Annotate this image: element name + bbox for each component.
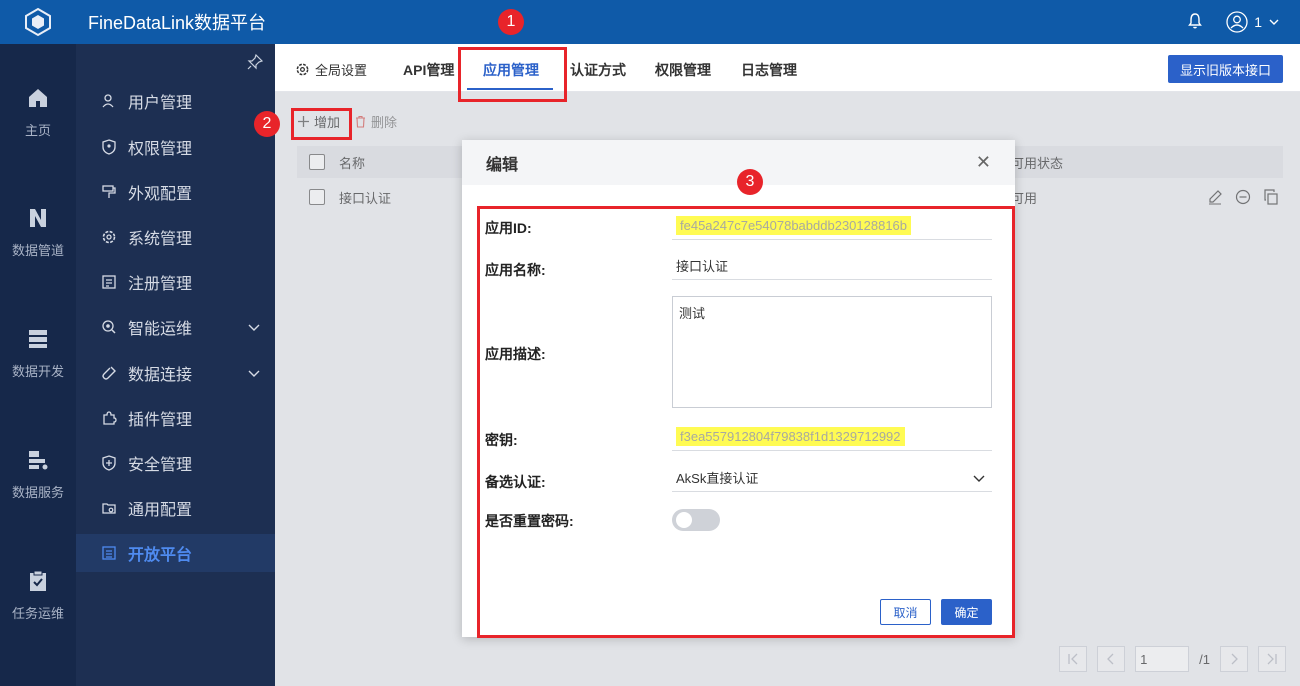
menu-label: 安全管理 — [128, 457, 193, 474]
chevron-down-icon — [248, 370, 260, 377]
appearance-icon — [100, 183, 118, 201]
menu-label: 插件管理 — [128, 412, 193, 429]
top-bar: FineDataLink数据平台 1 — [0, 0, 1300, 44]
annotation-box-add — [291, 108, 352, 140]
register-icon — [100, 273, 118, 291]
ops-icon — [100, 318, 118, 336]
rail-item-task[interactable]: 任务运维 — [0, 569, 76, 622]
system-icon — [100, 228, 118, 246]
menu-item-system[interactable]: 系统管理 — [76, 218, 275, 256]
platform-icon — [100, 544, 118, 562]
rail-label: 数据开发 — [11, 364, 64, 379]
menu-item-user[interactable]: 用户管理 — [76, 82, 275, 120]
menu-item-platform[interactable]: 开放平台 — [76, 534, 275, 572]
annotation-marker-1: 1 — [498, 9, 524, 35]
gear-icon — [296, 63, 309, 76]
menu-label: 外观配置 — [128, 186, 193, 203]
menu-item-connection[interactable]: 数据连接 — [76, 354, 275, 392]
config-icon — [100, 499, 118, 517]
menu-label: 系统管理 — [128, 231, 193, 248]
tab-label: 全局设置 — [315, 63, 368, 78]
rail-item-service[interactable]: 数据服务 — [0, 448, 76, 501]
permission-icon — [100, 138, 118, 156]
user-menu[interactable]: 1 — [1226, 11, 1280, 33]
task-icon — [30, 570, 46, 591]
rail-label: 主页 — [24, 123, 51, 138]
menu-label: 注册管理 — [128, 276, 193, 293]
menu-label: 用户管理 — [128, 95, 193, 112]
plugin-icon — [100, 409, 118, 427]
menu-label: 智能运维 — [128, 321, 193, 338]
rail-item-home[interactable]: 主页 — [0, 86, 76, 139]
menu-label: 开放平台 — [128, 547, 193, 564]
close-icon[interactable]: ✕ — [976, 152, 991, 173]
user-icon — [100, 92, 118, 110]
menu-item-permission[interactable]: 权限管理 — [76, 128, 275, 166]
left-rail: 主页 数据管道 数据开发 数据服务 任务运维 — [0, 44, 76, 686]
pin-icon[interactable] — [247, 53, 264, 73]
menu-item-register[interactable]: 注册管理 — [76, 263, 275, 301]
service-icon — [29, 451, 48, 470]
menu-item-ops[interactable]: 智能运维 — [76, 308, 275, 346]
tab-api[interactable]: API管理 — [403, 60, 454, 80]
rail-label: 数据服务 — [11, 485, 64, 500]
rail-label: 数据管道 — [11, 243, 64, 258]
app-title: FineDataLink数据平台 — [88, 13, 267, 33]
avatar-icon — [1226, 11, 1248, 33]
annotation-box-tab — [458, 47, 567, 102]
security-icon — [100, 454, 118, 472]
menu-item-config[interactable]: 通用配置 — [76, 489, 275, 527]
user-count: 1 — [1254, 14, 1262, 30]
menu-label: 数据连接 — [128, 367, 193, 384]
tab-auth[interactable]: 认证方式 — [570, 60, 626, 80]
annotation-marker-2: 2 — [254, 111, 280, 137]
menu-label: 权限管理 — [128, 141, 193, 158]
menu-item-plugin[interactable]: 插件管理 — [76, 399, 275, 437]
logo-icon[interactable] — [0, 0, 76, 44]
menu-item-appearance[interactable]: 外观配置 — [76, 173, 275, 211]
chevron-down-icon — [1269, 19, 1279, 25]
dev-icon — [29, 330, 47, 348]
rail-item-dev[interactable]: 数据开发 — [0, 327, 76, 380]
show-old-version-button[interactable]: 显示旧版本接口 — [1167, 55, 1283, 83]
home-icon — [29, 89, 47, 107]
tab-bar: 全局设置 API管理 应用管理 认证方式 权限管理 日志管理 显示旧版本接口 — [275, 44, 1300, 92]
annotation-box-form — [477, 206, 1015, 638]
annotation-marker-3: 3 — [737, 169, 763, 195]
rail-item-pipeline[interactable]: 数据管道 — [0, 206, 76, 259]
menu-label: 通用配置 — [128, 502, 193, 519]
chevron-down-icon — [248, 324, 260, 331]
tab-permission[interactable]: 权限管理 — [655, 60, 711, 80]
menu-item-security[interactable]: 安全管理 — [76, 444, 275, 482]
sub-menu: 用户管理 权限管理 外观配置 系统管理 注册管理 智能运维 数据连接 插件管理 … — [76, 44, 275, 686]
rail-label: 任务运维 — [11, 606, 64, 621]
dialog-title: 编辑 — [486, 156, 519, 174]
bell-icon[interactable] — [1186, 12, 1204, 33]
connection-icon — [100, 364, 118, 382]
tab-log[interactable]: 日志管理 — [741, 60, 797, 80]
pipeline-icon — [30, 209, 46, 227]
tab-global[interactable]: 全局设置 — [295, 60, 367, 79]
